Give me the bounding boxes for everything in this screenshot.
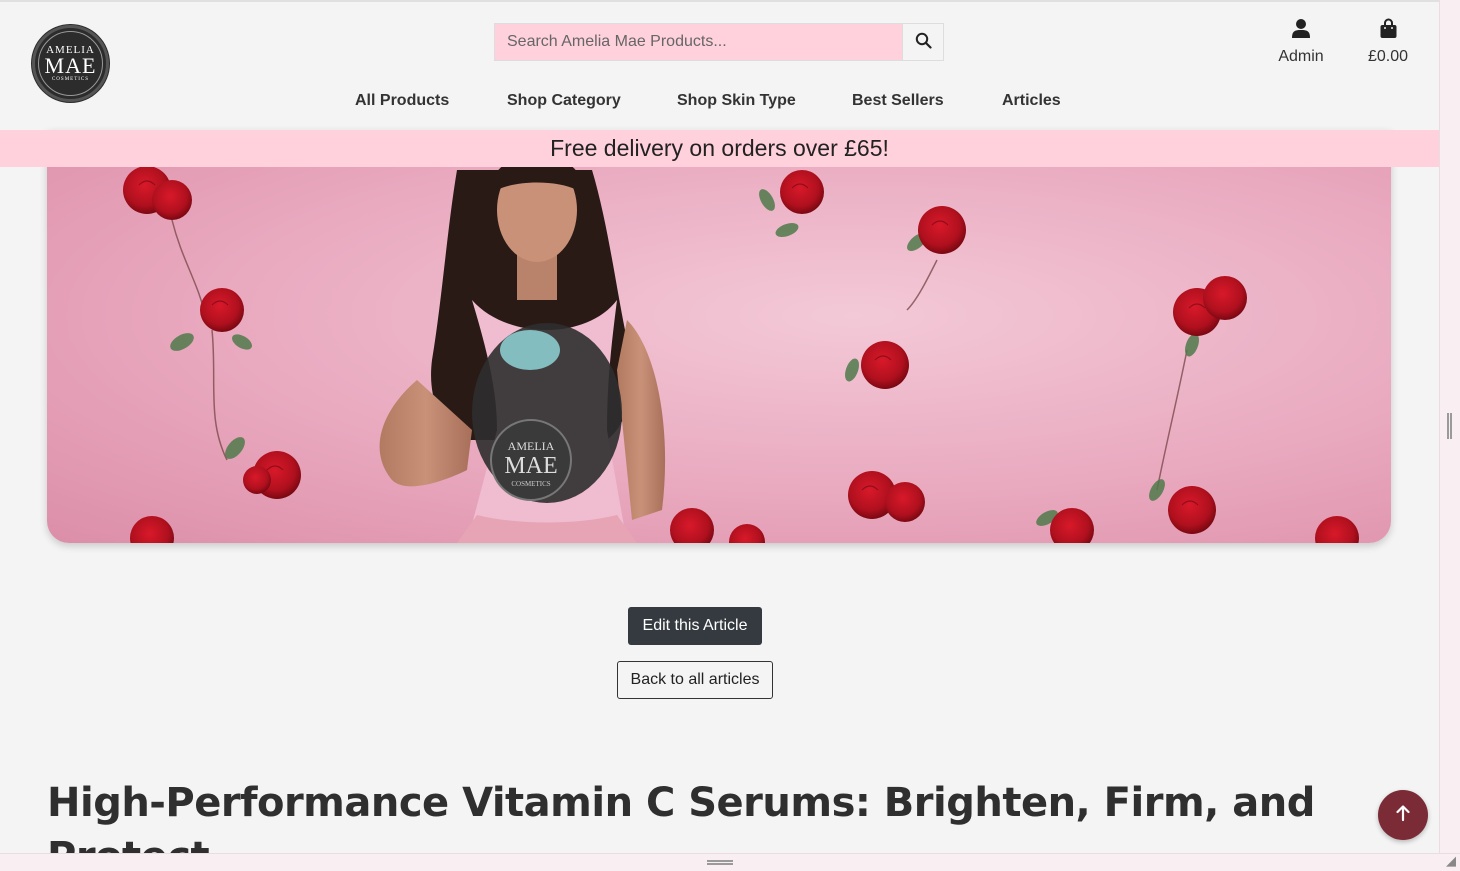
- search-icon: [915, 32, 932, 52]
- search-input[interactable]: [495, 24, 902, 60]
- brand-logo[interactable]: AMELIA MAE COSMETICS: [32, 25, 109, 102]
- resize-handle-icon[interactable]: ◢: [1446, 854, 1456, 869]
- bag-total: £0.00: [1367, 48, 1409, 65]
- nav-all-products[interactable]: All Products: [355, 92, 449, 110]
- nav-best-sellers[interactable]: Best Sellers: [852, 92, 944, 110]
- promo-banner: Free delivery on orders over £65!: [0, 130, 1439, 167]
- search-button[interactable]: [902, 24, 943, 60]
- shirt-logo-line-3: COSMETICS: [511, 480, 550, 488]
- nav-shop-skin-type[interactable]: Shop Skin Type: [677, 92, 796, 110]
- shopping-bag-link[interactable]: £0.00: [1362, 18, 1414, 66]
- user-icon: [1291, 18, 1311, 44]
- shirt-logo-line-1: AMELIA: [508, 439, 555, 453]
- vertical-splitter[interactable]: [1439, 0, 1460, 871]
- nav-articles[interactable]: Articles: [1002, 92, 1061, 110]
- horizontal-splitter[interactable]: ◢: [0, 853, 1460, 871]
- article-hero-image: AMELIA MAE COSMETICS: [47, 130, 1391, 543]
- edit-article-button[interactable]: Edit this Article: [628, 607, 762, 645]
- window-top-border: [0, 0, 1440, 2]
- shirt-logo-line-2: MAE: [504, 453, 557, 479]
- search-bar: [494, 23, 944, 61]
- nav-shop-category[interactable]: Shop Category: [507, 92, 621, 110]
- splitter-grip-icon: [707, 860, 733, 865]
- admin-label: Admin: [1278, 48, 1324, 65]
- admin-account-link[interactable]: Admin: [1272, 18, 1330, 66]
- promo-text: Free delivery on orders over £65!: [550, 135, 889, 161]
- logo-ring: [38, 31, 103, 96]
- splitter-grip-icon: [1447, 413, 1452, 439]
- shopping-bag-icon: [1379, 18, 1398, 44]
- back-to-articles-button[interactable]: Back to all articles: [617, 661, 773, 699]
- scroll-to-top-button[interactable]: [1378, 790, 1428, 840]
- arrow-up-icon: [1395, 804, 1411, 827]
- main-nav: All Products Shop Category Shop Skin Typ…: [0, 92, 1440, 112]
